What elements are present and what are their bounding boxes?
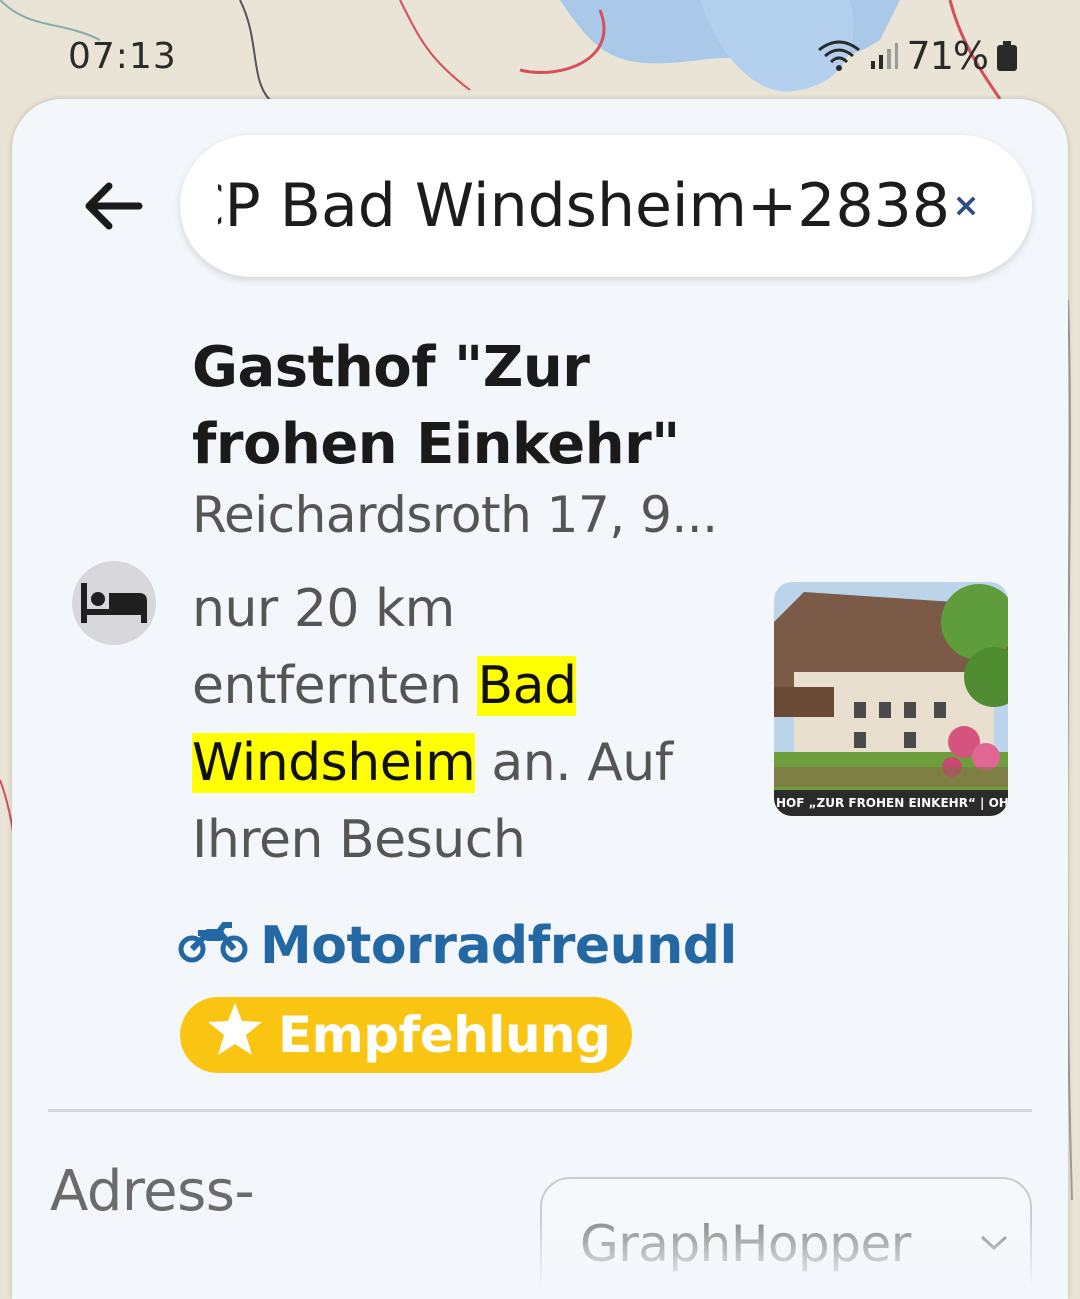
place-photo[interactable]: HOF „ZUR FROHEN EINKEHR“ | OH: [774, 582, 1008, 816]
place-title: Gasthof "Zur frohen Einkehr": [192, 335, 680, 477]
geocoder-provider-select[interactable]: GraphHopper: [540, 1177, 1032, 1299]
snippet-text-before: nur 20 km entfernten: [192, 579, 478, 716]
status-icons: 71%: [817, 34, 1018, 78]
address-search-label: Adress-: [50, 1159, 255, 1224]
search-box[interactable]: ×: [180, 135, 1032, 277]
motorcycle-friendly-tag: Motorradfreundlich: [178, 911, 738, 981]
recommendation-badge: Empfehlung: [180, 997, 632, 1073]
section-divider: [48, 1109, 1032, 1112]
arrow-left-icon: [83, 182, 143, 234]
result-snippet: nur 20 km entfernten Bad Windsheim an. A…: [192, 571, 732, 879]
bed-icon: [72, 561, 156, 645]
battery-percent: 71%: [906, 34, 989, 78]
clear-search-button[interactable]: ×: [948, 175, 984, 235]
badge-label: Empfehlung: [278, 1006, 611, 1064]
wifi-icon: [817, 38, 861, 74]
motorcycle-tag-label: Motorradfreundlich: [260, 916, 738, 976]
battery-icon: [996, 41, 1018, 71]
photo-caption: HOF „ZUR FROHEN EINKEHR“ | OH: [774, 790, 1008, 816]
snippet-highlight-windsheim: Windsheim: [192, 733, 476, 793]
motorcycle-icon: [178, 915, 248, 978]
snippet-highlight-bad: Bad: [477, 656, 577, 716]
search-result-item[interactable]: Gasthof "Zur frohen Einkehr" Reichardsro…: [12, 299, 1068, 1089]
back-button[interactable]: [78, 175, 148, 241]
chevron-down-icon: [980, 1235, 1008, 1255]
search-results-sheet: × Gasthof "Zur frohen Einkehr" Reichards…: [12, 99, 1068, 1299]
place-address: Reichardsroth 17, 9...: [192, 486, 718, 544]
signal-icon: [869, 41, 899, 71]
status-time: 07:13: [68, 36, 177, 77]
star-icon: [206, 1001, 264, 1069]
provider-value: GraphHopper: [580, 1215, 911, 1273]
search-input[interactable]: [218, 159, 950, 253]
